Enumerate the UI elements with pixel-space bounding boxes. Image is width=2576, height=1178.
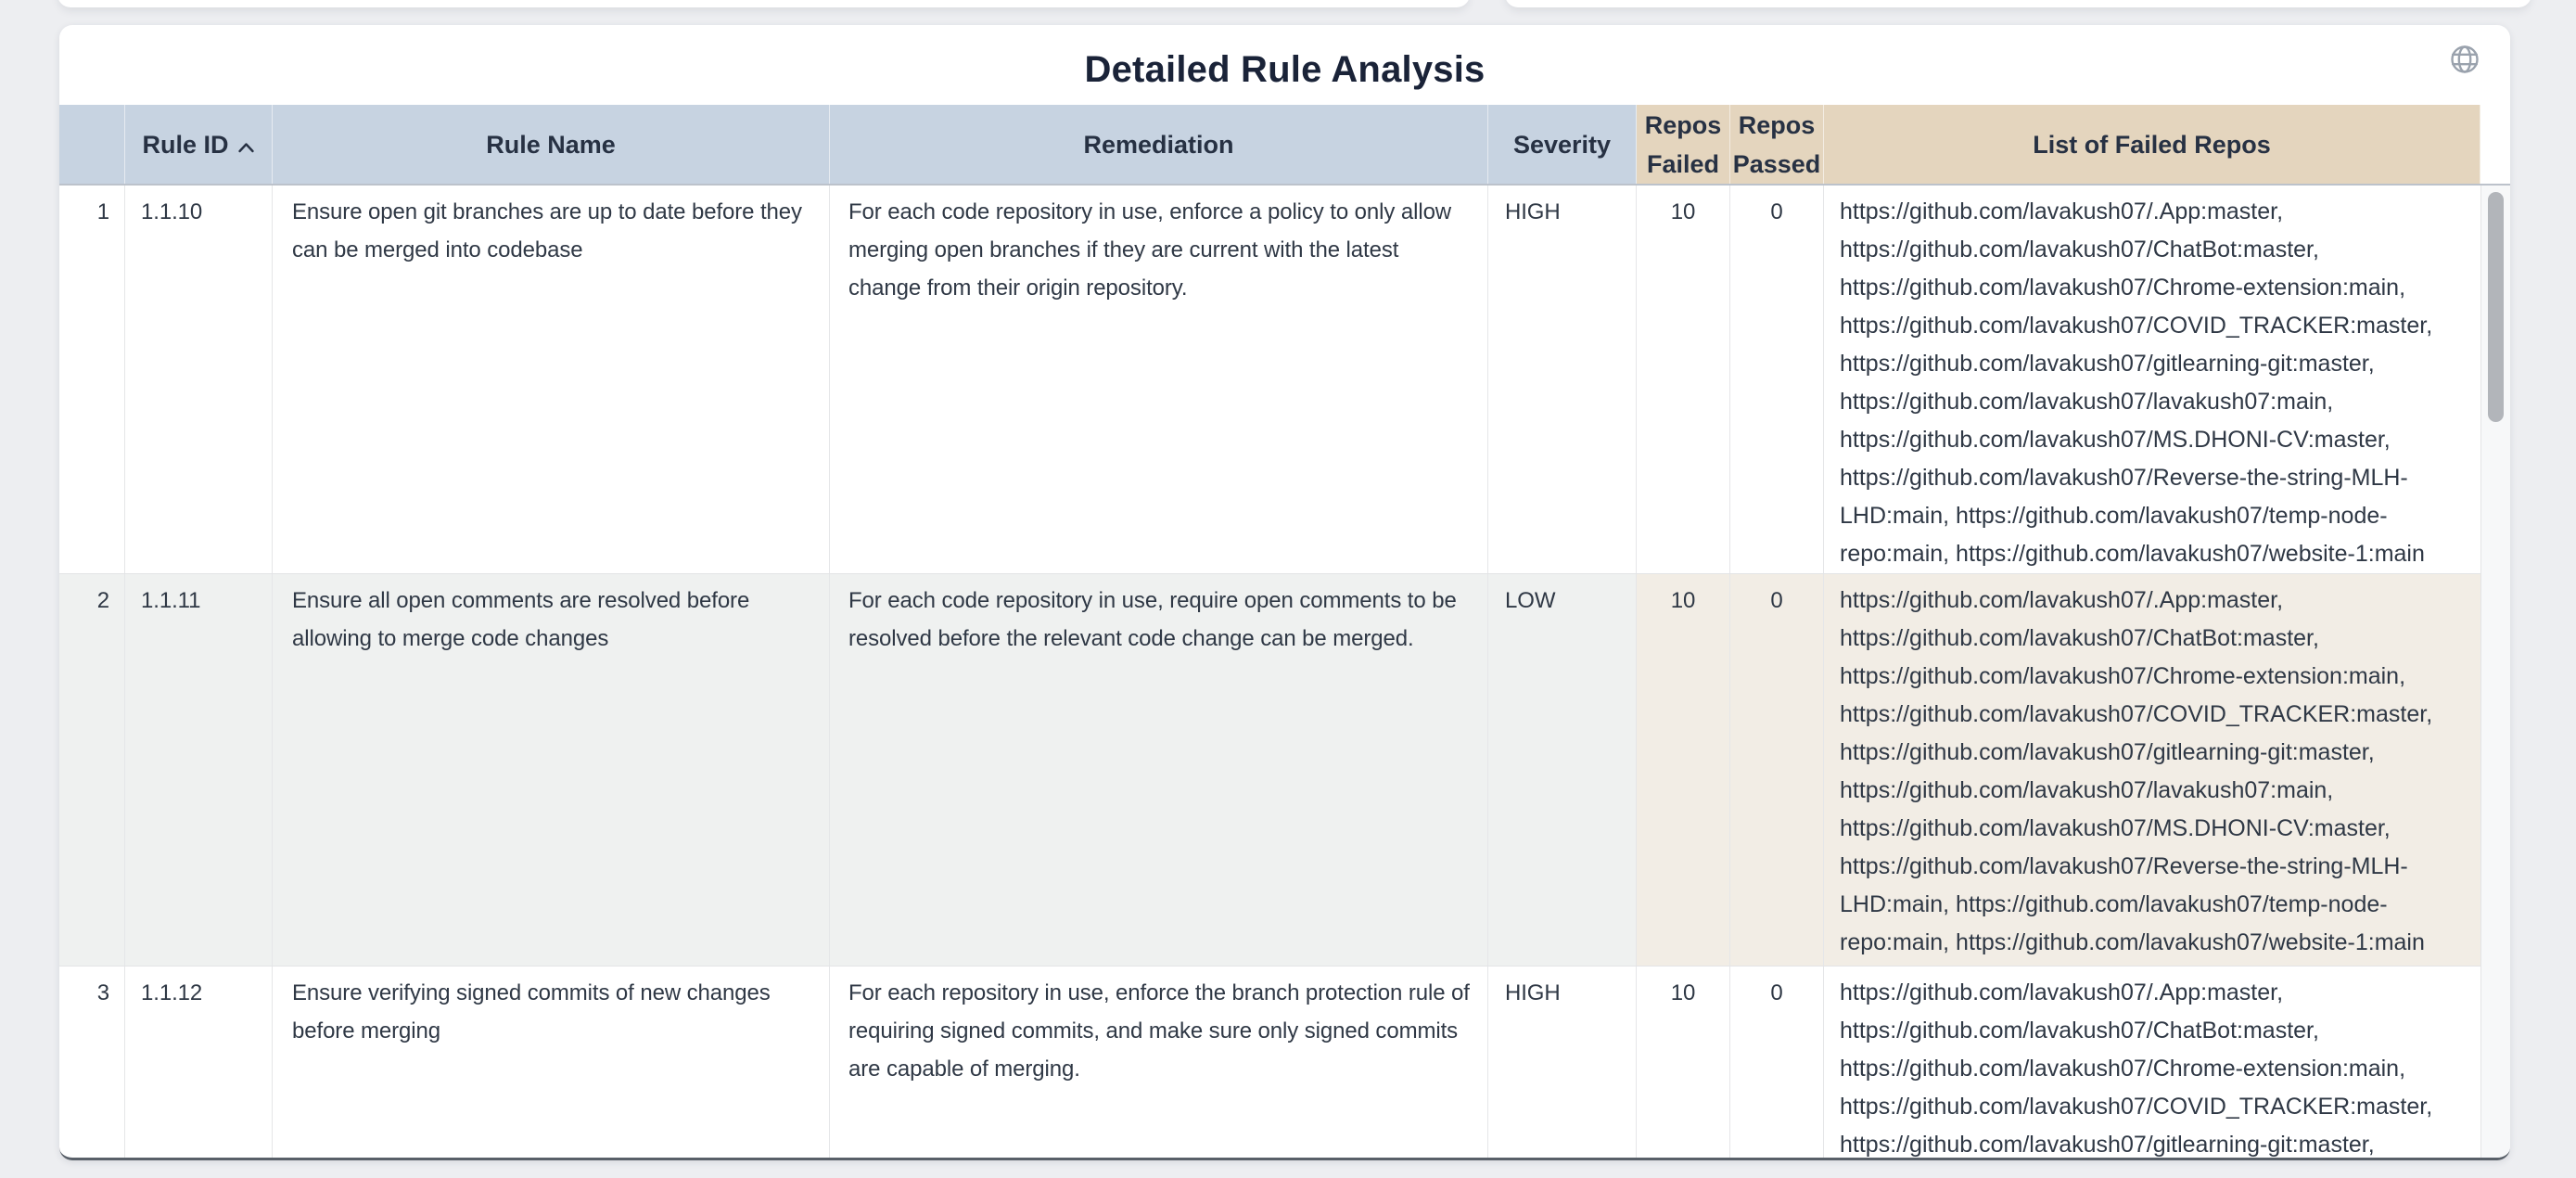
cell-repos-failed: 10 [1637, 186, 1730, 573]
globe-button[interactable] [2449, 44, 2480, 75]
header-scrollbar-gutter [2480, 105, 2510, 184]
top-card-left [57, 0, 1470, 7]
cell-rule-name: Ensure verifying signed commits of new c… [273, 967, 830, 1158]
cell-rule-name: Ensure open git branches are up to date … [273, 186, 830, 573]
page-title: Detailed Rule Analysis [59, 49, 2510, 90]
rule-analysis-card: Detailed Rule Analysis Rule ID Rule Name… [59, 25, 2510, 1160]
table-row: 2 1.1.11 Ensure all open comments are re… [59, 573, 2480, 966]
cell-remediation: For each code repository in use, enforce… [830, 186, 1488, 573]
cell-repos-passed: 0 [1730, 967, 1824, 1158]
globe-icon [2449, 44, 2480, 75]
column-header-repos-failed[interactable]: Repos Failed [1637, 105, 1730, 184]
cell-rule-id: 1.1.12 [125, 967, 273, 1158]
cell-rule-name: Ensure all open comments are resolved be… [273, 574, 830, 966]
column-header-index [59, 105, 125, 184]
cell-severity: HIGH [1488, 186, 1637, 573]
sort-ascending-icon [237, 125, 255, 164]
cell-remediation: For each repository in use, enforce the … [830, 967, 1488, 1158]
cell-remediation: For each code repository in use, require… [830, 574, 1488, 966]
table-body: 1 1.1.10 Ensure open git branches are up… [59, 186, 2480, 1158]
table-row: 3 1.1.12 Ensure verifying signed commits… [59, 966, 2480, 1158]
cell-repos-passed: 0 [1730, 574, 1824, 966]
cell-repos-failed: 10 [1637, 967, 1730, 1158]
top-card-right [1505, 0, 2531, 7]
column-header-rule-name[interactable]: Rule Name [273, 105, 830, 184]
cell-row-index: 3 [59, 967, 125, 1158]
cell-repos-passed: 0 [1730, 186, 1824, 573]
column-header-repos-passed[interactable]: Repos Passed [1730, 105, 1824, 184]
cell-row-index: 2 [59, 574, 125, 966]
cell-rule-id: 1.1.11 [125, 574, 273, 966]
table-header-row: Rule ID Rule Name Remediation Severity R… [59, 105, 2510, 186]
vertical-scrollbar-thumb[interactable] [2488, 192, 2504, 422]
column-header-failed-repos-list[interactable]: List of Failed Repos [1824, 105, 2480, 184]
cell-severity: HIGH [1488, 967, 1637, 1158]
column-header-rule-id[interactable]: Rule ID [125, 105, 273, 184]
cell-rule-id: 1.1.10 [125, 186, 273, 573]
cell-row-index: 1 [59, 186, 125, 573]
cell-failed-repos-list: https://github.com/lavakush07/.App:maste… [1824, 186, 2480, 573]
cell-failed-repos-list: https://github.com/lavakush07/.App:maste… [1824, 967, 2480, 1158]
table-row: 1 1.1.10 Ensure open git branches are up… [59, 186, 2480, 573]
cell-severity: LOW [1488, 574, 1637, 966]
column-header-remediation[interactable]: Remediation [830, 105, 1488, 184]
page-root: Detailed Rule Analysis Rule ID Rule Name… [0, 0, 2576, 1178]
cell-repos-failed: 10 [1637, 574, 1730, 966]
column-header-rule-id-label: Rule ID [142, 125, 228, 164]
cell-failed-repos-list: https://github.com/lavakush07/.App:maste… [1824, 574, 2480, 966]
column-header-severity[interactable]: Severity [1488, 105, 1637, 184]
